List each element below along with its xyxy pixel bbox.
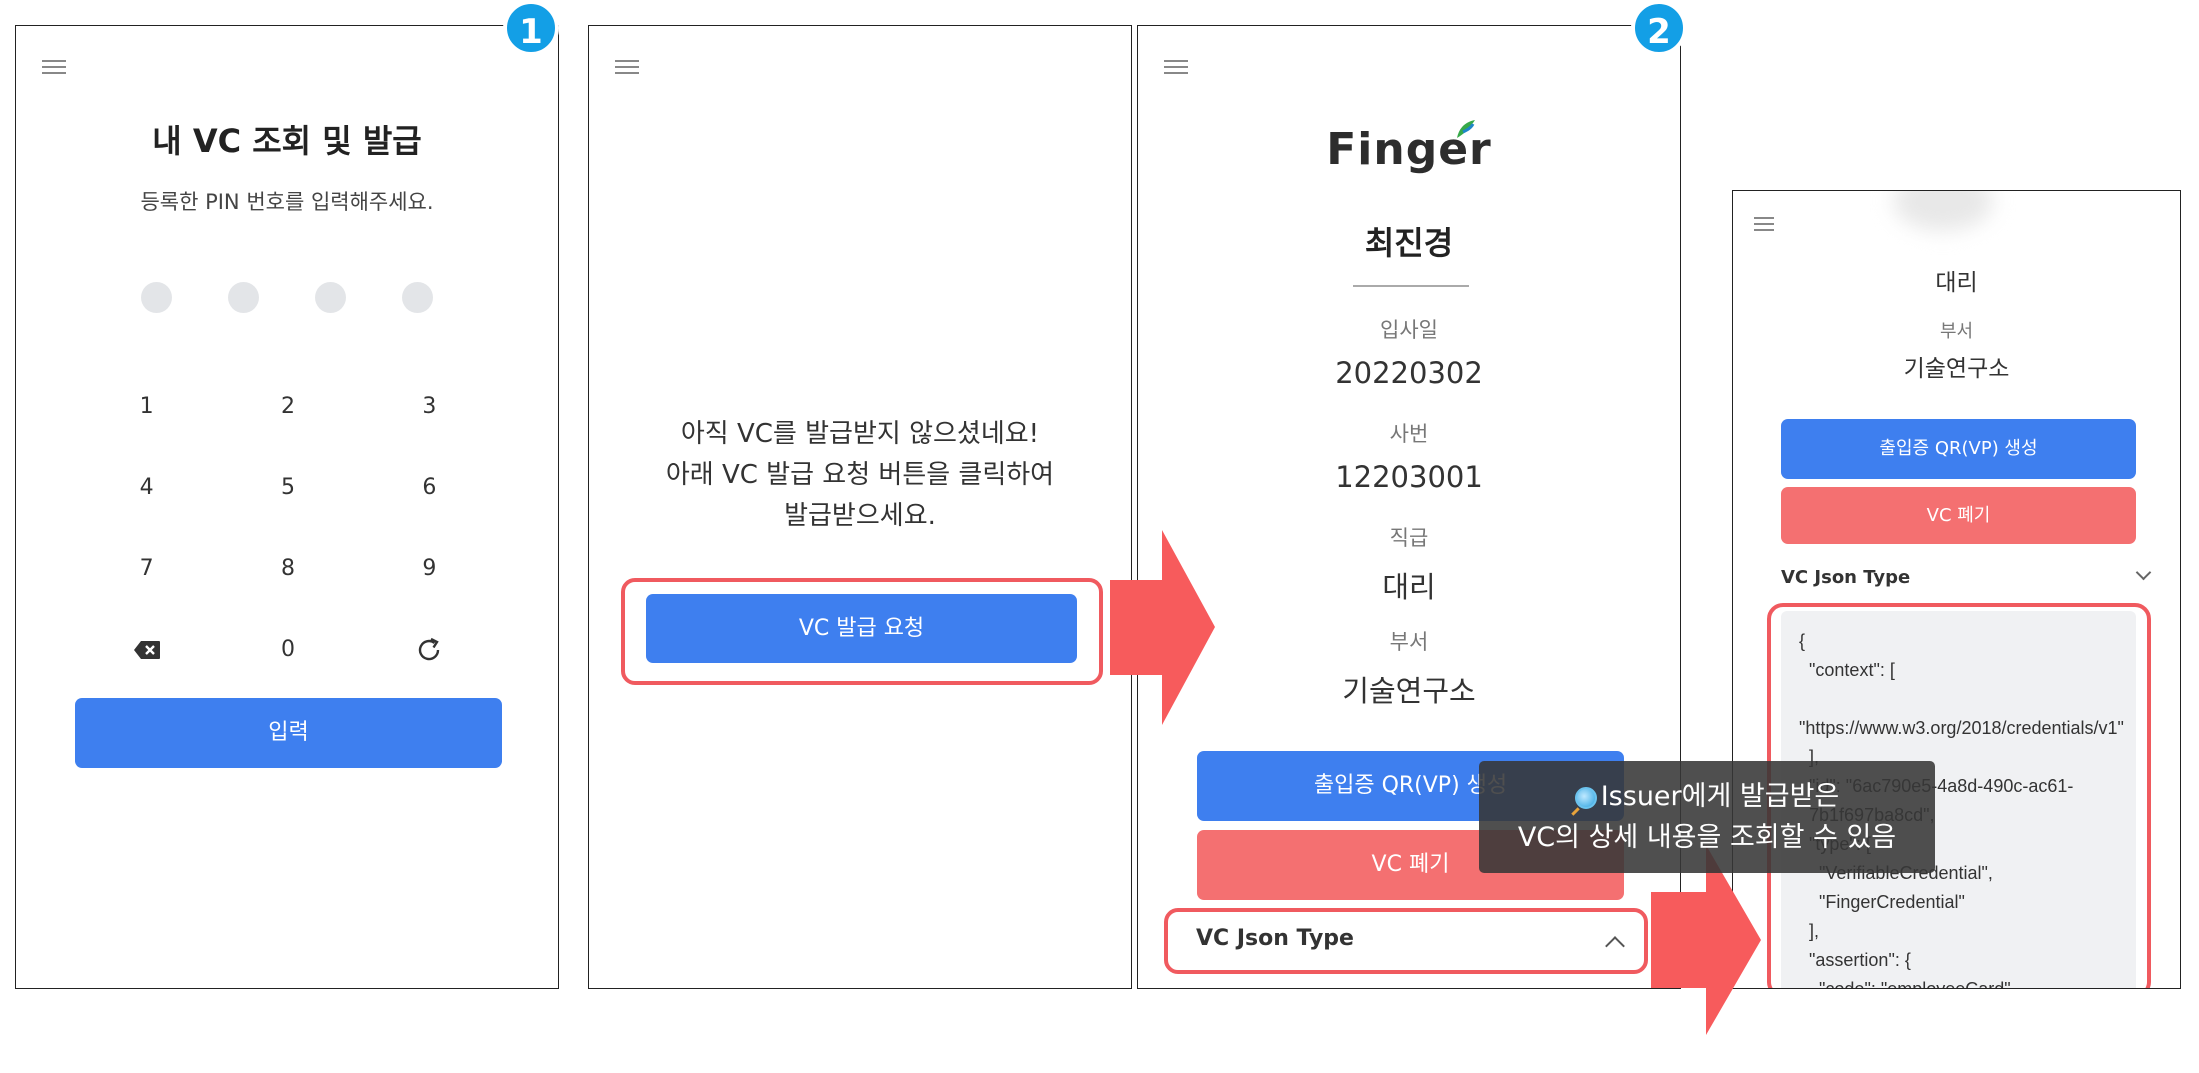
empty-message: 아직 VC를 발급받지 않으셨네요! 아래 VC 발급 요청 버튼을 클릭하여 …: [589, 414, 1131, 537]
arrow-right-icon: [1110, 530, 1215, 725]
magnifier-icon: [1574, 786, 1597, 809]
key-6[interactable]: 6: [359, 447, 500, 528]
key-3[interactable]: 3: [359, 366, 500, 447]
page-title: 내 VC 조회 및 발급: [152, 122, 422, 160]
department-value: 기술연구소: [1342, 674, 1476, 708]
step-badge-1: 1: [503, 0, 559, 56]
blurred-logo: [1893, 191, 1993, 231]
empty-vc-screen: 아직 VC를 발급받지 않으셨네요! 아래 VC 발급 요청 버튼을 클릭하여 …: [588, 25, 1132, 989]
key-7[interactable]: 7: [76, 528, 217, 609]
refresh-icon[interactable]: [359, 609, 500, 690]
rank-label: 직급: [1389, 526, 1429, 550]
pin-dot: [402, 282, 433, 313]
key-4[interactable]: 4: [76, 447, 217, 528]
key-8[interactable]: 8: [217, 528, 358, 609]
department-value: 기술연구소: [1903, 356, 2010, 382]
tooltip-line: VC의 상세 내용을 조회할 수 있음: [1517, 822, 1897, 853]
pin-screen: 내 VC 조회 및 발급 등록한 PIN 번호를 입력해주세요. 1 2 3 4…: [15, 25, 559, 989]
qr-generate-button[interactable]: 출입증 QR(VP) 생성: [1781, 419, 2136, 479]
key-5[interactable]: 5: [217, 447, 358, 528]
rank-value: 대리: [1935, 270, 1978, 296]
pin-indicator: [16, 282, 558, 313]
pin-dot: [141, 282, 172, 313]
finger-logo: Finger: [1326, 124, 1492, 175]
pin-dot: [228, 282, 259, 313]
key-2[interactable]: 2: [217, 366, 358, 447]
empty-message-line: 아래 VC 발급 요청 버튼을 클릭하여: [665, 460, 1055, 490]
employee-id-value: 12203001: [1335, 460, 1483, 494]
pin-dot: [315, 282, 346, 313]
employee-name: 최진경: [1364, 224, 1454, 262]
pin-instruction: 등록한 PIN 번호를 입력해주세요.: [140, 190, 434, 214]
pin-keypad: 1 2 3 4 5 6 7 8 9 0: [76, 366, 500, 690]
key-0[interactable]: 0: [217, 609, 358, 690]
menu-icon[interactable]: [1164, 60, 1188, 74]
vc-revoke-button[interactable]: VC 폐기: [1781, 487, 2136, 544]
hire-date-value: 20220302: [1335, 356, 1483, 390]
rank-value: 대리: [1382, 570, 1436, 604]
logo-leaf-icon: [1457, 120, 1475, 138]
department-label: 부서: [1939, 321, 1974, 342]
json-toggle-label[interactable]: VC Json Type: [1781, 567, 1910, 588]
name-divider: [1353, 285, 1469, 287]
empty-message-line: 아직 VC를 발급받지 않으셨네요!: [680, 419, 1040, 449]
pin-submit-button[interactable]: 입력: [75, 698, 502, 768]
json-toggle-label[interactable]: VC Json Type: [1196, 926, 1354, 951]
menu-icon[interactable]: [1754, 217, 1774, 231]
hire-date-label: 입사일: [1380, 318, 1438, 342]
tooltip-line: Issuer에게 발급받은: [1600, 781, 1840, 812]
empty-message-line: 발급받으세요.: [784, 501, 936, 531]
vc-request-button[interactable]: VC 발급 요청: [646, 594, 1077, 663]
menu-icon[interactable]: [42, 60, 66, 74]
annotation-tooltip: Issuer에게 발급받은 VC의 상세 내용을 조회할 수 있음: [1479, 761, 1935, 873]
chevron-down-icon[interactable]: [2135, 564, 2152, 581]
backspace-icon[interactable]: [76, 609, 217, 690]
key-9[interactable]: 9: [359, 528, 500, 609]
employee-id-label: 사번: [1389, 422, 1429, 446]
arrow-right-icon: [1651, 845, 1761, 1035]
step-badge-2: 2: [1631, 0, 1687, 56]
key-1[interactable]: 1: [76, 366, 217, 447]
menu-icon[interactable]: [615, 60, 639, 74]
department-label: 부서: [1389, 630, 1429, 654]
